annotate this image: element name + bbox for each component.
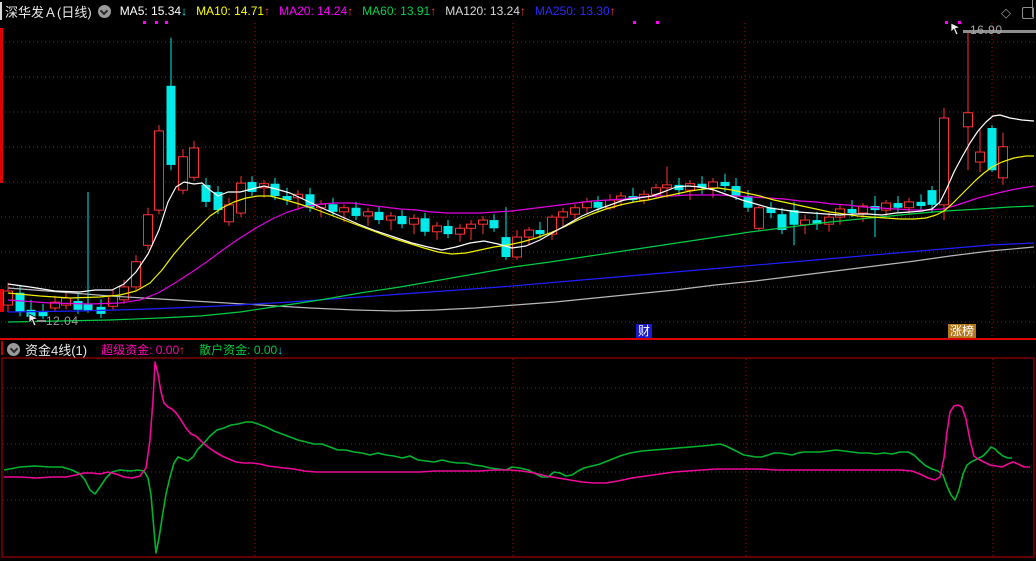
candle-up[interactable] [190,148,199,177]
signal-dot-icon [155,21,158,24]
low-price-label: 12.04 [46,314,79,328]
ma-readouts: MA5: 15.34↓ MA10: 14.71↑ MA20: 14.24↑ MA60:… [120,4,625,18]
cursor-arrow-icon [950,22,962,35]
candle-up[interactable] [109,296,118,307]
value-readout: MA10: 14.71↑ [196,4,270,18]
stock-name: 深华发Ａ(日线) [5,2,92,21]
signal-dot-icon [945,21,948,24]
flow-line-散户资金 [4,422,1012,553]
trend-arrow-icon: ↑ [264,4,270,18]
candle-down[interactable] [329,204,338,212]
value-readout: MA120: 13.24↑ [445,4,526,18]
indicator-name: 资金4线(1) [25,340,87,359]
chart-canvas[interactable] [0,0,1036,561]
candle-up[interactable] [964,113,973,127]
candle-up[interactable] [340,208,349,212]
low-price-marker: 12.04 [28,313,88,327]
candle-up[interactable] [479,220,488,224]
signal-dot-icon [633,21,636,24]
value-readout: MA5: 15.34↓ [120,4,187,18]
signal-dot-icon [143,21,146,24]
candle-down[interactable] [16,293,25,312]
candle-up[interactable] [433,226,442,232]
stock-chart-window: 深华发Ａ(日线) MA5: 15.34↓ MA10: 14.71↑ MA20: 14… [0,0,1036,561]
signal-dot-icon [656,21,659,24]
candle-up[interactable] [225,205,234,222]
candle-down[interactable] [167,86,176,165]
candle-up[interactable] [387,216,396,220]
candle-down[interactable] [444,226,453,234]
candle-up[interactable] [364,212,373,216]
candle-up[interactable] [571,208,580,214]
indicator-header: 资金4线(1) 超级资金: 0.00↑ 散户资金: 0.00↓ [0,340,1036,358]
candle-down[interactable] [398,216,407,224]
candle-down[interactable] [421,218,430,231]
candle-up[interactable] [559,212,568,217]
candle-up[interactable] [456,228,465,234]
value-readout: MA250: 13.30↑ [535,4,616,18]
badge-cai[interactable]: 财 [636,324,652,338]
trend-arrow-icon: ↑ [347,4,353,18]
trend-arrow-icon: ↑ [520,4,526,18]
indicator-readouts: 超级资金: 0.00↑ 散户资金: 0.00↓ [87,341,283,358]
candle-down[interactable] [594,202,603,208]
value-readout: MA20: 14.24↑ [279,4,353,18]
trend-arrow-icon: ↑ [610,4,616,18]
candle-up[interactable] [755,208,764,229]
trend-arrow-icon: ↑ [430,4,436,18]
candle-down[interactable] [248,182,257,192]
candle-down[interactable] [928,190,937,205]
chevron-down-circle-icon[interactable] [7,343,20,356]
candle-down[interactable] [894,203,903,208]
trend-arrow-icon: ↓ [277,343,283,357]
candle-up[interactable] [525,230,534,237]
value-readout: MA60: 13.91↑ [362,4,436,18]
candle-up[interactable] [999,147,1008,178]
candle-down[interactable] [202,185,211,202]
high-price-label: 16.90 [970,23,1003,37]
candle-down[interactable] [352,208,361,216]
title-bar: 深华发Ａ(日线) MA5: 15.34↓ MA10: 14.71↑ MA20: 14… [0,0,1036,22]
high-price-marker: 16.90 [950,22,1036,36]
candle-up[interactable] [976,152,985,162]
candle-down[interactable] [490,220,499,228]
marker-line [37,320,46,322]
candle-down[interactable] [721,182,730,186]
candle-down[interactable] [988,128,997,170]
candle-down[interactable] [848,209,857,213]
window-edge-tick [0,2,2,20]
candle-down[interactable] [74,301,83,310]
candle-up[interactable] [940,118,949,205]
value-readout: 超级资金: 0.00↑ [101,341,185,358]
candle-up[interactable] [801,220,810,225]
flow-line-超级资金 [4,362,1030,483]
scrollbar-edge [1032,0,1033,17]
value-readout: 散户资金: 0.00↓ [199,341,283,358]
diamond-icon[interactable]: ◇ [1001,5,1011,21]
candle-up[interactable] [583,202,592,208]
candle-up[interactable] [663,185,672,188]
candle-up[interactable] [709,182,718,188]
chevron-down-circle-icon[interactable] [98,5,111,18]
signal-dot-icon [165,21,168,24]
candle-down[interactable] [536,230,545,234]
signal-dots [0,21,1036,24]
trend-arrow-icon: ↓ [181,4,187,18]
partial-candle [0,28,3,183]
candle-up[interactable] [155,131,164,210]
candle-up[interactable] [410,218,419,224]
badge-zhangbang[interactable]: 涨榜 [948,324,976,338]
candle-up[interactable] [144,215,153,245]
candle-down[interactable] [917,202,926,206]
candle-up[interactable] [467,224,476,228]
candle-down[interactable] [375,212,384,220]
trend-arrow-icon: ↑ [179,343,185,357]
candle-up[interactable] [905,202,914,208]
candle-down[interactable] [84,304,93,311]
